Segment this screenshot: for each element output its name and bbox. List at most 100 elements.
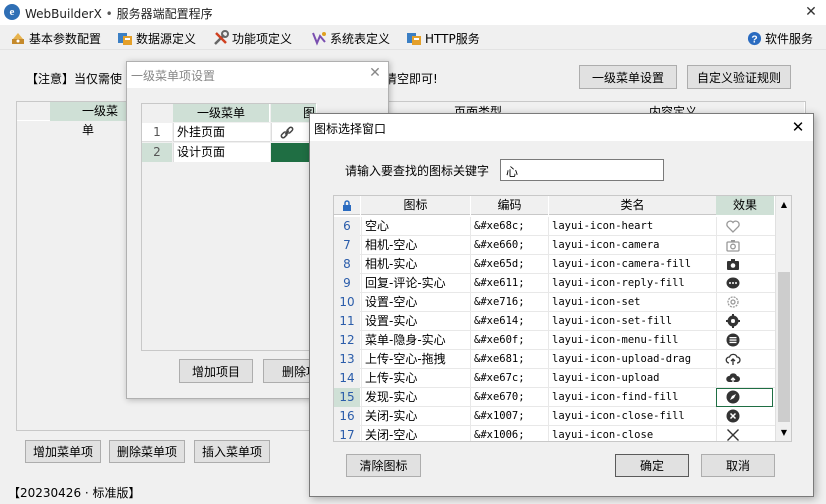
icon-class-cell[interactable]: layui-icon-set-fill (548, 312, 716, 331)
search-input[interactable]: 心 (500, 159, 664, 181)
icon-code-cell[interactable]: &#xe660; (470, 236, 548, 255)
dialog-close-button[interactable]: ✕ (365, 65, 385, 83)
icon-code-cell[interactable]: &#xe681; (470, 350, 548, 369)
table-row[interactable]: 1 外挂页面 (142, 123, 317, 142)
level1-menu-settings-button[interactable]: 一级菜单设置 (579, 65, 677, 89)
icon-name-cell[interactable]: 相机-实心 (361, 255, 470, 274)
icon-name-cell[interactable]: 设置-空心 (361, 293, 470, 312)
icon-class-cell[interactable]: layui-icon-heart (548, 217, 716, 236)
table-row[interactable]: 12 菜单-隐身-实心 &#xe60f; layui-icon-menu-fill (334, 331, 775, 350)
menu-item-http-service[interactable]: HTTP服务 (406, 29, 480, 47)
close-fill-icon[interactable] (716, 407, 773, 426)
icon-class-cell[interactable]: layui-icon-set (548, 293, 716, 312)
icon-name-cell[interactable]: 空心 (361, 217, 470, 236)
icon-class-cell[interactable]: layui-icon-camera-fill (548, 255, 716, 274)
row-number: 6 (334, 217, 360, 236)
icon-name-cell[interactable]: 菜单-隐身-实心 (361, 331, 470, 350)
icon-code-cell[interactable]: &#xe670; (470, 388, 548, 407)
upload-icon[interactable] (716, 369, 773, 388)
menu-name-cell[interactable]: 设计页面 (173, 143, 270, 162)
table-row[interactable]: 14 上传-实心 &#xe67c; layui-icon-upload (334, 369, 775, 388)
icon-name-cell[interactable]: 设置-实心 (361, 312, 470, 331)
icon-grid[interactable]: 图标 编码 类名 效果 6 空心 &#xe68c; layui-icon-heart 7… (333, 195, 792, 442)
table-row[interactable]: 6 空心 &#xe68c; layui-icon-heart (334, 217, 775, 236)
set-icon[interactable] (716, 293, 773, 312)
icon-name-cell[interactable]: 相机-空心 (361, 236, 470, 255)
icon-code-cell[interactable]: &#x1007; (470, 407, 548, 426)
table-row[interactable]: 13 上传-空心-拖拽 &#xe681; layui-icon-upload-drag (334, 350, 775, 369)
close-icon[interactable] (716, 426, 773, 441)
table-row[interactable]: 15 发现-实心 &#xe670; layui-icon-find-fill (334, 388, 775, 407)
row-number: 15 (334, 388, 360, 407)
table-row[interactable]: 16 关闭-实心 &#x1007; layui-icon-close-fill (334, 407, 775, 426)
window-close-button[interactable]: ✕ (800, 3, 822, 21)
icon-class-cell[interactable]: layui-icon-upload (548, 369, 716, 388)
row-number: 13 (334, 350, 360, 369)
menu-name-cell[interactable]: 外挂页面 (173, 123, 270, 142)
find-fill-icon[interactable] (716, 388, 773, 407)
upload-drag-icon[interactable] (716, 350, 773, 369)
ok-button[interactable]: 确定 (615, 454, 689, 477)
custom-validation-button[interactable]: 自定义验证规则 (687, 65, 791, 89)
icon-code-cell[interactable]: &#xe716; (470, 293, 548, 312)
icon-code-cell[interactable]: &#xe65d; (470, 255, 548, 274)
table-row[interactable]: 9 回复-评论-实心 &#xe611; layui-icon-reply-fill (334, 274, 775, 293)
add-menu-item-button[interactable]: 增加菜单项 (25, 440, 101, 463)
grid-scrollbar[interactable]: ▲ ▼ (775, 196, 791, 441)
insert-menu-item-button[interactable]: 插入菜单项 (194, 440, 270, 463)
table-row[interactable]: 7 相机-空心 &#xe660; layui-icon-camera (334, 236, 775, 255)
table-row[interactable]: 8 相机-实心 &#xe65d; layui-icon-camera-fill (334, 255, 775, 274)
heart-icon[interactable] (716, 217, 773, 236)
delete-menu-item-button[interactable]: 删除菜单项 (109, 440, 185, 463)
table-row[interactable]: 2 设计页面 (142, 143, 317, 162)
dialog-close-button[interactable]: ✕ (788, 118, 808, 136)
scroll-down-arrow[interactable]: ▼ (776, 424, 791, 441)
icon-name-cell[interactable]: 回复-评论-实心 (361, 274, 470, 293)
camera-fill-icon[interactable] (716, 255, 773, 274)
icon-class-cell[interactable]: layui-icon-find-fill (548, 388, 716, 407)
scroll-up-arrow[interactable]: ▲ (776, 196, 791, 213)
table-row[interactable]: 11 设置-实心 &#xe614; layui-icon-set-fill (334, 312, 775, 331)
icon-name-cell[interactable]: 关闭-实心 (361, 407, 470, 426)
icon-code-cell[interactable]: &#xe614; (470, 312, 548, 331)
table-row[interactable]: 10 设置-空心 &#xe716; layui-icon-set (334, 293, 775, 312)
header-code: 编码 (470, 196, 548, 215)
menu-item-datasource[interactable]: 数据源定义 (117, 29, 196, 47)
http-icon (406, 30, 422, 46)
database-icon (117, 30, 133, 46)
menu-fill-icon[interactable] (716, 331, 773, 350)
table-row[interactable]: 17 关闭-空心 &#x1006; layui-icon-close (334, 426, 775, 441)
menu-item-basic-params[interactable]: 基本参数配置 (10, 29, 101, 47)
icon-name-cell[interactable]: 上传-实心 (361, 369, 470, 388)
icon-class-cell[interactable]: layui-icon-menu-fill (548, 331, 716, 350)
icon-picker-dialog: 图标选择窗口 ✕ 请输入要查找的图标关键字 心 图标 编码 类名 效果 6 空心 &… (309, 113, 814, 497)
reply-fill-icon[interactable] (716, 274, 773, 293)
camera-icon[interactable] (716, 236, 773, 255)
menu-item-system-tables[interactable]: 系统表定义 (311, 29, 390, 47)
icon-class-cell[interactable]: layui-icon-camera (548, 236, 716, 255)
icon-class-cell[interactable]: layui-icon-close (548, 426, 716, 441)
row-number: 8 (334, 255, 360, 274)
cancel-button[interactable]: 取消 (701, 454, 775, 477)
row-number: 12 (334, 331, 360, 350)
icon-code-cell[interactable]: &#xe67c; (470, 369, 548, 388)
add-item-button[interactable]: 增加项目 (179, 359, 253, 383)
app-title: WebBuilderX (25, 7, 102, 21)
level1-grid[interactable]: 一级菜单 图标 1 外挂页面 2 设计页面 (141, 103, 317, 351)
icon-code-cell[interactable]: &#xe611; (470, 274, 548, 293)
scroll-thumb[interactable] (778, 272, 790, 422)
icon-class-cell[interactable]: layui-icon-reply-fill (548, 274, 716, 293)
icon-class-cell[interactable]: layui-icon-upload-drag (548, 350, 716, 369)
svg-text:?: ? (751, 34, 757, 45)
icon-name-cell[interactable]: 上传-空心-拖拽 (361, 350, 470, 369)
icon-code-cell[interactable]: &#x1006; (470, 426, 548, 441)
icon-code-cell[interactable]: &#xe68c; (470, 217, 548, 236)
icon-name-cell[interactable]: 关闭-空心 (361, 426, 470, 441)
icon-class-cell[interactable]: layui-icon-close-fill (548, 407, 716, 426)
menu-item-functions[interactable]: 功能项定义 (213, 29, 292, 47)
icon-name-cell[interactable]: 发现-实心 (361, 388, 470, 407)
clear-icon-button[interactable]: 清除图标 (346, 454, 421, 477)
icon-code-cell[interactable]: &#xe60f; (470, 331, 548, 350)
menu-item-software-service[interactable]: ? 软件服务 (747, 29, 813, 47)
set-fill-icon[interactable] (716, 312, 773, 331)
